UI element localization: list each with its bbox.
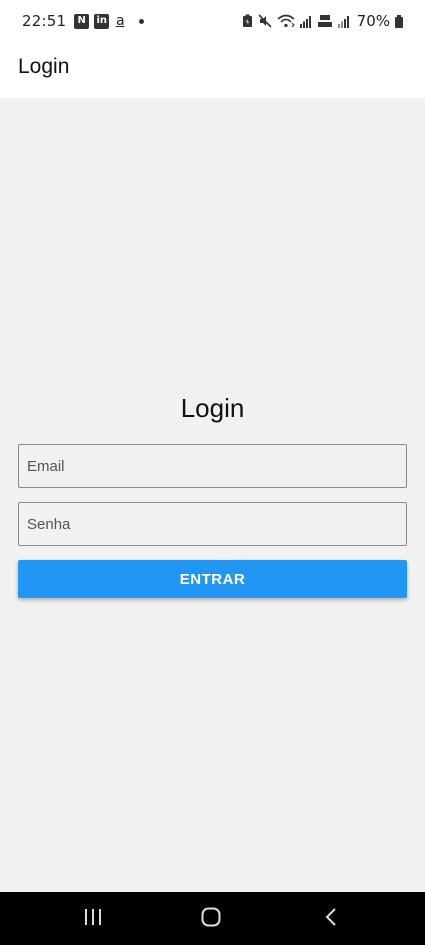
app-bar: Login — [0, 44, 425, 98]
volte-icon — [317, 14, 333, 28]
battery-saver-icon — [242, 14, 253, 28]
recents-button[interactable] — [53, 892, 133, 945]
linkedin-icon: in — [94, 13, 110, 29]
status-bar: 22:51 N in a 70% — [0, 0, 425, 44]
navigation-bar — [0, 892, 425, 945]
recents-icon — [83, 908, 103, 930]
battery-percent: 70% — [356, 12, 390, 30]
page-title: Login — [18, 55, 70, 78]
status-time: 22:51 — [22, 12, 67, 30]
mute-icon — [258, 14, 272, 28]
notification-app-icon: N — [74, 13, 90, 29]
wifi-icon — [277, 14, 295, 28]
login-screen: 22:51 N in a 70% Login Login Email ENTRA… — [0, 0, 425, 945]
status-right: 70% — [242, 12, 403, 30]
password-field[interactable] — [18, 502, 407, 546]
status-left: 22:51 N in a — [22, 12, 145, 30]
amazon-icon: a — [115, 13, 125, 29]
home-button[interactable] — [171, 892, 251, 945]
login-heading: Login — [180, 393, 245, 423]
signal-icon — [337, 15, 350, 28]
signal-icon — [299, 15, 312, 28]
battery-icon — [395, 14, 403, 28]
back-button[interactable] — [291, 892, 371, 945]
email-field[interactable] — [18, 444, 407, 488]
back-icon — [324, 907, 338, 931]
submit-button[interactable]: ENTRAR — [18, 560, 407, 598]
more-notifications-icon — [139, 18, 145, 24]
home-icon — [201, 907, 221, 931]
